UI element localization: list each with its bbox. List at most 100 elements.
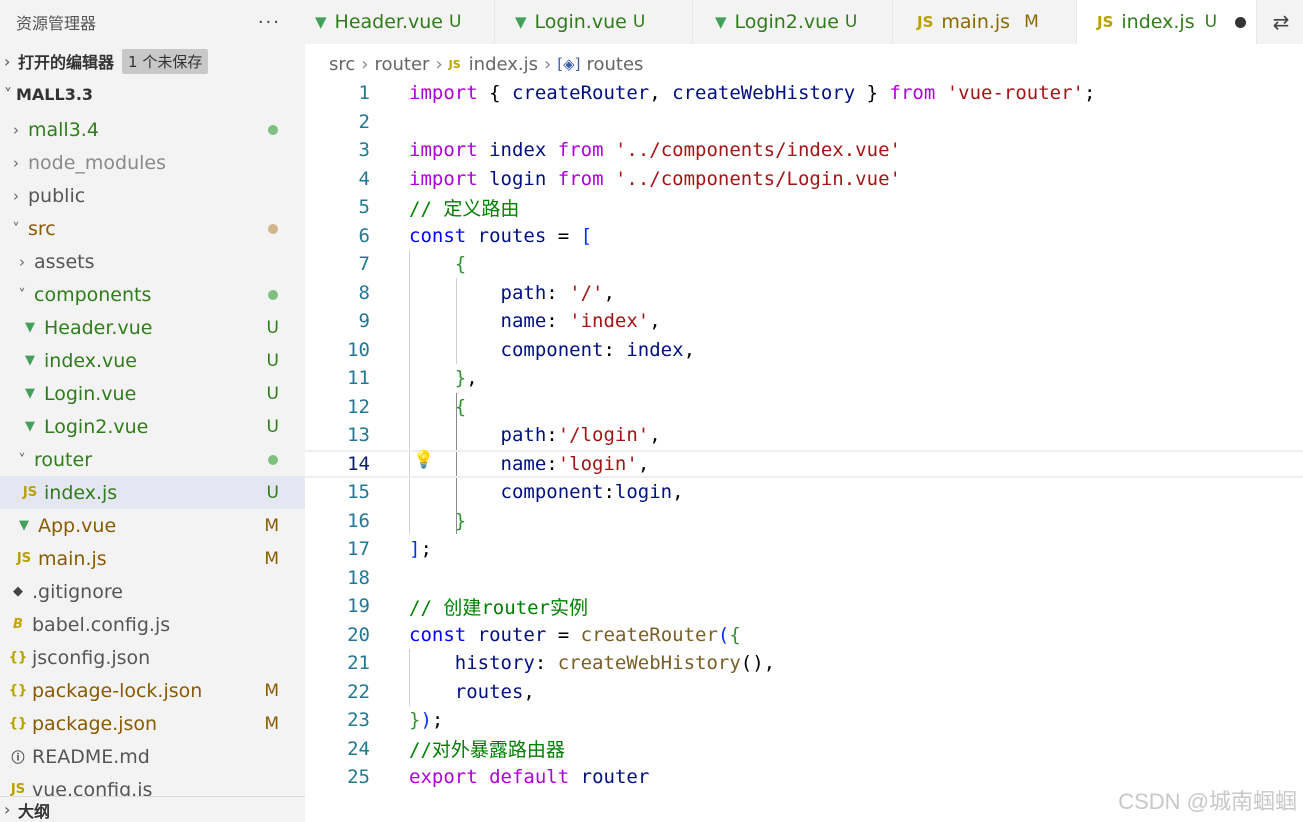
tree-item-label: package.json xyxy=(32,712,158,735)
tree-item[interactable]: Bbabel.config.js xyxy=(0,608,305,641)
code-line[interactable]: 2 xyxy=(305,108,1303,137)
code-line[interactable]: 23}); xyxy=(305,706,1303,735)
lightbulb-icon[interactable]: 💡 xyxy=(413,450,434,470)
tree-item[interactable]: JS main.js M xyxy=(0,542,305,575)
code-text: path: '/', xyxy=(500,281,615,304)
code-text: const router = createRouter({ xyxy=(409,623,741,646)
line-number: 10 xyxy=(347,338,370,361)
code-line[interactable]: 20 const router = createRouter({ xyxy=(305,621,1303,650)
tree-item[interactable]: {} package-lock.json M xyxy=(0,674,305,707)
code-line[interactable]: 16 } xyxy=(305,507,1303,536)
tree-item[interactable]: {} package.json M xyxy=(0,707,305,740)
tab-header-vue[interactable]: ▼ Header.vue U xyxy=(305,0,495,44)
tree-item-label: src xyxy=(28,217,56,240)
code-line[interactable]: 18 xyxy=(305,564,1303,593)
vue-icon: ▼ xyxy=(715,13,727,31)
code-line[interactable]: 1 import { createRouter, createWebHistory… xyxy=(305,79,1303,108)
code-text: import login from '../components/Login.v… xyxy=(409,167,901,190)
open-editors-section[interactable]: › 打开的编辑器 1 个未保存 xyxy=(0,44,305,78)
tree-item[interactable]: ▼ Login.vue U xyxy=(0,377,305,410)
code-editor[interactable]: 1 import { createRouter, createWebHistory… xyxy=(305,78,1303,822)
tree-item-label: App.vue xyxy=(38,514,117,537)
unsaved-dot-icon[interactable] xyxy=(1235,16,1246,28)
code-line[interactable]: 22 routes, xyxy=(305,678,1303,707)
line-number: 12 xyxy=(347,395,370,418)
code-text: name: 'index', xyxy=(500,310,661,333)
tree-item[interactable]: ▼ index.vue U xyxy=(0,344,305,377)
ellipsis-icon[interactable]: ··· xyxy=(258,12,281,33)
tree-item-label: package-lock.json xyxy=(32,679,203,702)
tab-status: U xyxy=(449,12,462,32)
tree-item[interactable]: › node_modules xyxy=(0,146,305,179)
js-icon: JS xyxy=(448,57,461,71)
code-text: component:login, xyxy=(500,481,684,504)
code-text: path:'/login', xyxy=(500,424,661,447)
tree-item[interactable]: ˅ router xyxy=(0,443,305,476)
code-text: export default router xyxy=(409,766,650,789)
code-line[interactable]: 19 // 创建router实例 xyxy=(305,592,1303,621)
watermark: CSDN @城南蝈蝈 xyxy=(1118,789,1297,814)
code-line[interactable]: 13 path:'/login', xyxy=(305,421,1303,450)
code-text: routes, xyxy=(454,680,535,703)
code-line[interactable]: 8 path: '/', xyxy=(305,279,1303,308)
breadcrumb-item-router[interactable]: router xyxy=(374,54,429,75)
code-line[interactable]: 4 import login from '../components/Login.… xyxy=(305,165,1303,194)
tab-login2-vue[interactable]: ▼ Login2.vue U xyxy=(693,0,893,44)
code-line[interactable]: 3 import index from '../components/index.… xyxy=(305,136,1303,165)
tree-item[interactable]: ⓘ README.md xyxy=(0,740,305,773)
explorer-sidebar: 资源管理器 ··· › 打开的编辑器 1 个未保存 ˅ MALL3.3 › mal… xyxy=(0,0,305,822)
tree-item[interactable]: › assets xyxy=(0,245,305,278)
source-control-compare-icon[interactable]: ⇄ xyxy=(1259,0,1303,44)
code-line[interactable]: 9 name: 'index', xyxy=(305,307,1303,336)
line-number: 13 xyxy=(347,424,370,447)
breadcrumb-item-symbol[interactable]: routes xyxy=(586,54,643,75)
tab-main-js[interactable]: JS main.js M xyxy=(893,0,1077,44)
tree-item-label: main.js xyxy=(38,547,107,570)
line-number: 15 xyxy=(347,481,370,504)
workspace-root[interactable]: ˅ MALL3.3 xyxy=(0,78,305,111)
code-text: ]; xyxy=(409,538,432,561)
line-number: 21 xyxy=(347,652,370,675)
line-number: 23 xyxy=(347,709,370,732)
code-line[interactable]: 14 name:'login', xyxy=(305,449,1303,478)
tree-item[interactable]: ˅ components xyxy=(0,278,305,311)
tree-item[interactable]: {} jsconfig.json xyxy=(0,641,305,674)
tree-item[interactable]: ▼ App.vue M xyxy=(0,509,305,542)
tab-status: U xyxy=(1204,12,1218,32)
code-line[interactable]: 11 }, xyxy=(305,364,1303,393)
code-line[interactable]: 17]; xyxy=(305,535,1303,564)
tree-item[interactable]: ˅ src xyxy=(0,212,305,245)
code-text: // 创建router实例 xyxy=(409,596,588,619)
code-line[interactable]: 21 history: createWebHistory(), xyxy=(305,649,1303,678)
tree-item[interactable]: ▼ Login2.vue U xyxy=(0,410,305,443)
code-line[interactable]: 5 // 定义路由 xyxy=(305,193,1303,222)
code-text: { xyxy=(454,395,467,418)
line-number: 19 xyxy=(347,595,370,618)
breadcrumb-item-src[interactable]: src xyxy=(329,54,355,75)
tab-index-js[interactable]: JS index.js U xyxy=(1077,0,1257,44)
tree-item[interactable]: ▼ Header.vue U xyxy=(0,311,305,344)
tree-item[interactable]: JS index.js U xyxy=(0,476,305,509)
tree-item[interactable]: › public xyxy=(0,179,305,212)
code-text: { xyxy=(454,253,467,276)
tab-login-vue[interactable]: ▼ Login.vue U xyxy=(495,0,693,44)
code-line[interactable]: 24 //对外暴露路由器 xyxy=(305,735,1303,764)
code-line[interactable]: 10 component: index, xyxy=(305,336,1303,365)
line-number: 24 xyxy=(347,737,370,760)
outline-section[interactable]: › 大纲 xyxy=(0,796,305,822)
line-number: 25 xyxy=(347,766,370,789)
tree-item-label: index.js xyxy=(44,481,118,504)
line-number: 20 xyxy=(347,623,370,646)
line-number: 3 xyxy=(358,139,370,162)
code-line[interactable]: 7 { xyxy=(305,250,1303,279)
git-status: M xyxy=(264,713,279,734)
vue-icon: ▼ xyxy=(315,13,327,31)
tree-item[interactable]: › mall3.4 xyxy=(0,113,305,146)
git-status: U xyxy=(266,383,279,404)
breadcrumb-item-file[interactable]: index.js xyxy=(469,54,538,75)
code-line[interactable]: 12 { xyxy=(305,393,1303,422)
code-line[interactable]: 15 component:login, xyxy=(305,478,1303,507)
tree-item[interactable]: ◆ .gitignore xyxy=(0,575,305,608)
chevron-right-icon: › xyxy=(544,53,552,75)
code-line[interactable]: 6 const routes = [ xyxy=(305,222,1303,251)
